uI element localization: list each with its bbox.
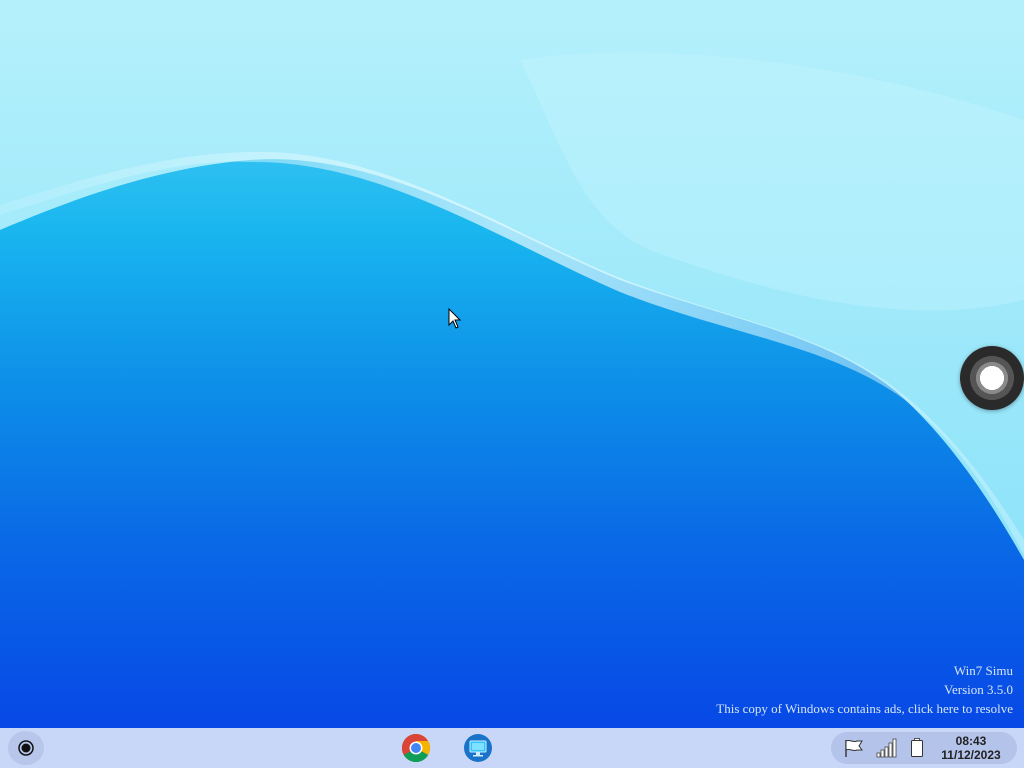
clock-date: 11/12/2023 bbox=[941, 748, 1001, 762]
watermark-notice-link[interactable]: This copy of Windows contains ads, click… bbox=[716, 699, 1013, 718]
activation-watermark[interactable]: Win7 Simu Version 3.5.0 This copy of Win… bbox=[716, 661, 1013, 718]
taskbar-app-chrome[interactable] bbox=[399, 731, 433, 765]
chrome-icon bbox=[402, 734, 430, 762]
monitor-icon bbox=[464, 734, 492, 762]
system-tray: 08:43 11/12/2023 bbox=[831, 732, 1017, 764]
desktop[interactable]: Win7 Simu Version 3.5.0 This copy of Win… bbox=[0, 0, 1024, 768]
watermark-version: Version 3.5.0 bbox=[944, 682, 1013, 697]
floating-assistive-button[interactable] bbox=[960, 346, 1024, 410]
flag-icon[interactable] bbox=[843, 738, 865, 763]
signal-bars-icon[interactable] bbox=[876, 738, 898, 763]
start-orb-icon bbox=[18, 740, 34, 756]
wallpaper bbox=[0, 0, 1024, 560]
battery-icon[interactable] bbox=[910, 738, 924, 763]
taskbar: 08:43 11/12/2023 bbox=[0, 728, 1024, 768]
taskbar-app-remote-desktop[interactable] bbox=[461, 731, 495, 765]
taskbar-clock[interactable]: 08:43 11/12/2023 bbox=[931, 734, 1011, 762]
clock-time: 08:43 bbox=[955, 734, 987, 748]
mouse-cursor bbox=[448, 307, 462, 335]
start-button[interactable] bbox=[8, 731, 44, 765]
watermark-product: Win7 Simu bbox=[953, 663, 1013, 678]
